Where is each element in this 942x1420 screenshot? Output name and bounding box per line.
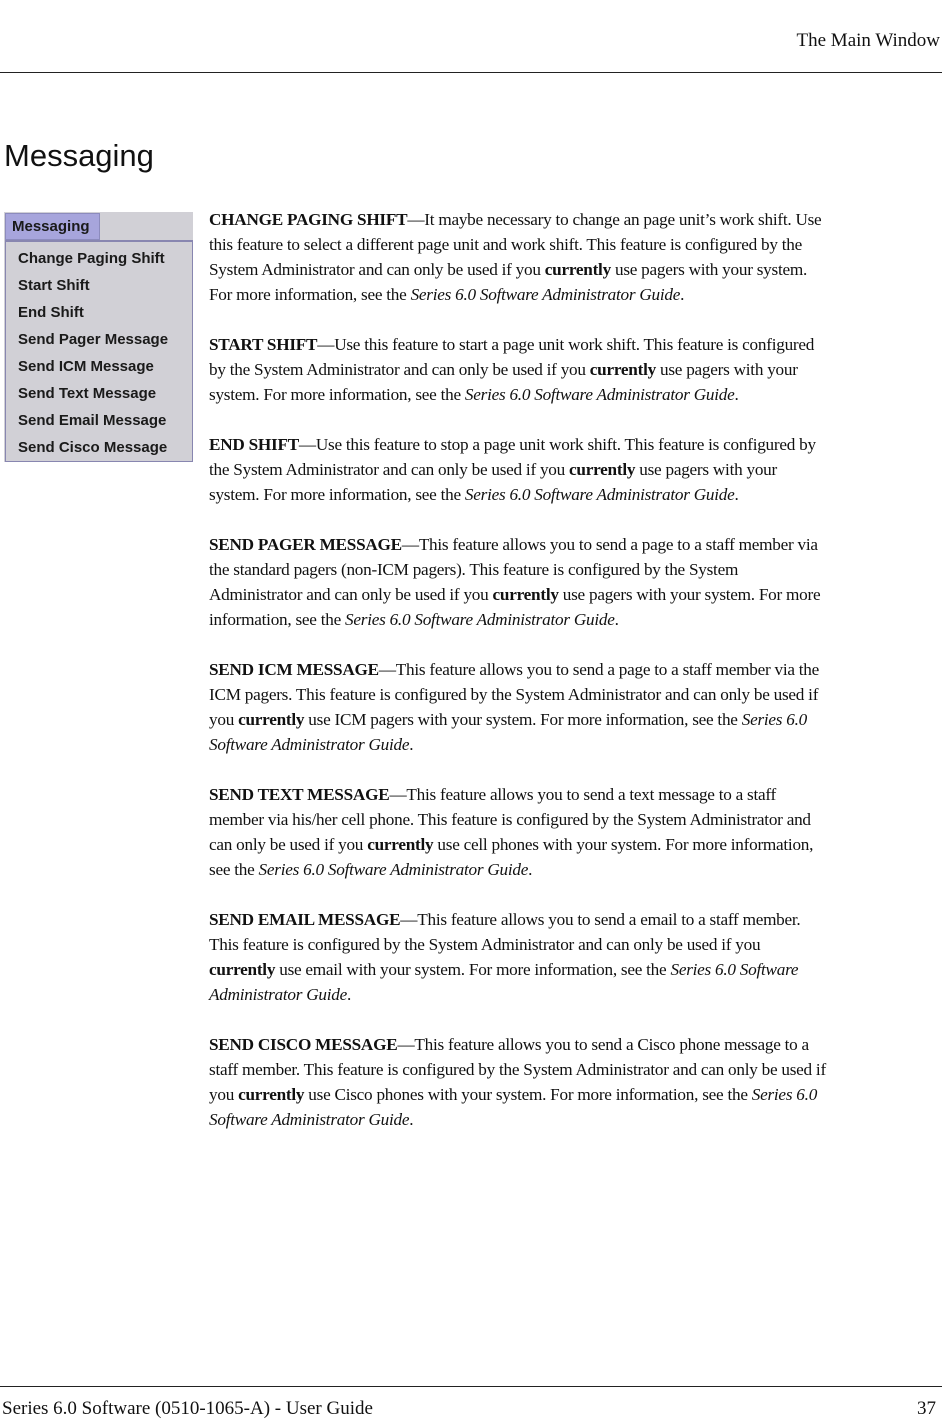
em-dash: — (407, 210, 425, 229)
guide-reference: Series 6.0 Software Administrator Guide (464, 485, 735, 504)
emphasis-currently: currently (209, 960, 276, 979)
feature-term: SEND ICM MESSAGE (209, 660, 379, 679)
guide-reference: Series 6.0 Software Administrator Guide (410, 285, 681, 304)
feature-descriptions: CHANGE PAGING SHIFT—It maybe necessary t… (209, 207, 829, 1157)
feature-term: END SHIFT (209, 435, 299, 454)
feature-paragraph: SEND PAGER MESSAGE—This feature allows y… (209, 532, 829, 632)
feature-text: use ICM pagers with your system. For mor… (304, 710, 742, 729)
section-title: Messaging (4, 138, 154, 173)
menu-tab-messaging[interactable]: Messaging (5, 213, 100, 240)
page-number: 37 (917, 1398, 936, 1419)
period: . (734, 385, 739, 404)
emphasis-currently: currently (589, 360, 656, 379)
em-dash: — (317, 335, 335, 354)
emphasis-currently: currently (367, 835, 434, 854)
feature-text: use email with your system. For more inf… (275, 960, 671, 979)
em-dash: — (378, 660, 396, 679)
footer-document-title: Series 6.0 Software (0510-1065-A) - User… (2, 1398, 373, 1419)
messaging-menu-screenshot: Messaging Change Paging Shift Start Shif… (4, 212, 193, 462)
feature-term: SEND CISCO MESSAGE (209, 1035, 398, 1054)
feature-paragraph: SEND TEXT MESSAGE—This feature allows yo… (209, 782, 829, 882)
feature-paragraph: CHANGE PAGING SHIFT—It maybe necessary t… (209, 207, 829, 307)
menu-item-change-paging-shift[interactable]: Change Paging Shift (6, 245, 192, 272)
emphasis-currently: currently (238, 710, 305, 729)
em-dash: — (389, 785, 407, 804)
emphasis-currently: currently (544, 260, 611, 279)
emphasis-currently: currently (569, 460, 636, 479)
menu-bar: Messaging (4, 212, 193, 240)
em-dash: — (397, 1035, 415, 1054)
feature-term: SEND EMAIL MESSAGE (209, 910, 401, 929)
period: . (409, 735, 414, 754)
menu-item-send-pager-message[interactable]: Send Pager Message (6, 326, 192, 353)
feature-paragraph: SEND CISCO MESSAGE—This feature allows y… (209, 1032, 829, 1132)
em-dash: — (400, 910, 418, 929)
menu-item-end-shift[interactable]: End Shift (6, 299, 192, 326)
footer-rule (0, 1386, 942, 1387)
period: . (614, 610, 619, 629)
em-dash: — (401, 535, 419, 554)
feature-paragraph: SEND EMAIL MESSAGE—This feature allows y… (209, 907, 829, 1007)
feature-paragraph: END SHIFT—Use this feature to stop a pag… (209, 432, 829, 507)
menu-item-start-shift[interactable]: Start Shift (6, 272, 192, 299)
em-dash: — (298, 435, 316, 454)
feature-paragraph: SEND ICM MESSAGE—This feature allows you… (209, 657, 829, 757)
emphasis-currently: currently (238, 1085, 305, 1104)
period: . (528, 860, 533, 879)
feature-term: CHANGE PAGING SHIFT (209, 210, 408, 229)
running-header: The Main Window (796, 30, 940, 51)
emphasis-currently: currently (492, 585, 559, 604)
messaging-dropdown: Change Paging Shift Start Shift End Shif… (5, 240, 193, 462)
guide-reference: Series 6.0 Software Administrator Guide (258, 860, 529, 879)
header-rule (0, 72, 942, 73)
menu-item-send-text-message[interactable]: Send Text Message (6, 380, 192, 407)
feature-term: SEND PAGER MESSAGE (209, 535, 402, 554)
guide-reference: Series 6.0 Software Administrator Guide (345, 610, 615, 629)
menu-item-send-cisco-message[interactable]: Send Cisco Message (6, 434, 192, 461)
period: . (347, 985, 352, 1004)
feature-text: use Cisco phones with your system. For m… (304, 1085, 752, 1104)
guide-reference: Series 6.0 Software Administrator Guide (464, 385, 735, 404)
menu-item-send-icm-message[interactable]: Send ICM Message (6, 353, 192, 380)
period: . (680, 285, 685, 304)
feature-term: SEND TEXT MESSAGE (209, 785, 390, 804)
period: . (409, 1110, 414, 1129)
menu-item-send-email-message[interactable]: Send Email Message (6, 407, 192, 434)
period: . (734, 485, 739, 504)
feature-paragraph: START SHIFT—Use this feature to start a … (209, 332, 829, 407)
feature-term: START SHIFT (209, 335, 318, 354)
